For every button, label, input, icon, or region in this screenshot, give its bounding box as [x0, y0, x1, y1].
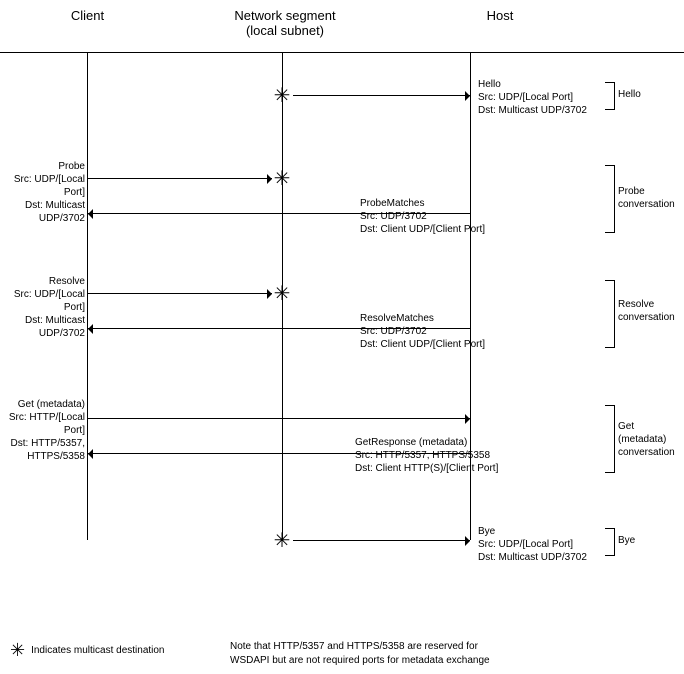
probe-arrow [88, 178, 272, 179]
get-arrow [88, 418, 470, 419]
get-conv-label: Get (metadata)conversation [618, 420, 684, 459]
hello-bracket [605, 82, 615, 110]
client-vline [87, 52, 88, 540]
resolve-arrow [88, 293, 272, 294]
hello-conv-label: Hello [618, 88, 641, 101]
hello-label: HelloSrc: UDP/[Local Port]Dst: Multicast… [478, 78, 587, 117]
probe-bracket [605, 165, 615, 233]
resolve-burst: ✳ [272, 283, 292, 303]
bye-arrow [293, 540, 470, 541]
client-header: Client [10, 8, 165, 23]
hello-burst: ✳ [272, 85, 292, 105]
resolve-bracket [605, 280, 615, 348]
probe-burst: ✳ [272, 168, 292, 188]
bye-burst: ✳ [272, 530, 292, 550]
footer: ✳ Indicates multicast destination Note t… [0, 640, 684, 668]
network-header: Network segment(local subnet) [200, 8, 370, 38]
resolve-client-label: ResolveSrc: UDP/[Local Port]Dst: Multica… [5, 275, 85, 340]
header-divider [0, 52, 684, 53]
get-client-label: Get (metadata)Src: HTTP/[Local Port]Dst:… [5, 398, 85, 463]
hello-arrow [293, 95, 470, 96]
footer-note: Note that HTTP/5357 and HTTPS/5358 are r… [230, 640, 490, 668]
bye-conv-label: Bye [618, 534, 635, 547]
bye-label: ByeSrc: UDP/[Local Port]Dst: Multicast U… [478, 525, 587, 564]
bye-bracket [605, 528, 615, 556]
legend-star: ✳ [10, 640, 25, 661]
legend-text: Indicates multicast destination [31, 645, 164, 656]
legend: ✳ Indicates multicast destination [10, 640, 230, 661]
diagram: Client Network segment(local subnet) Hos… [0, 0, 684, 620]
resolve-matches-label: ResolveMatchesSrc: UDP/3702Dst: Client U… [360, 312, 485, 351]
host-header: Host [430, 8, 570, 23]
resolve-conv-label: Resolveconversation [618, 298, 675, 324]
probe-conv-label: Probeconversation [618, 185, 675, 211]
get-response-label: GetResponse (metadata)Src: HTTP/5357, HT… [355, 436, 498, 475]
probe-client-label: ProbeSrc: UDP/[Local Port]Dst: Multicast… [5, 160, 85, 225]
get-bracket [605, 405, 615, 473]
probe-matches-label: ProbeMatchesSrc: UDP/3702Dst: Client UDP… [360, 197, 485, 236]
